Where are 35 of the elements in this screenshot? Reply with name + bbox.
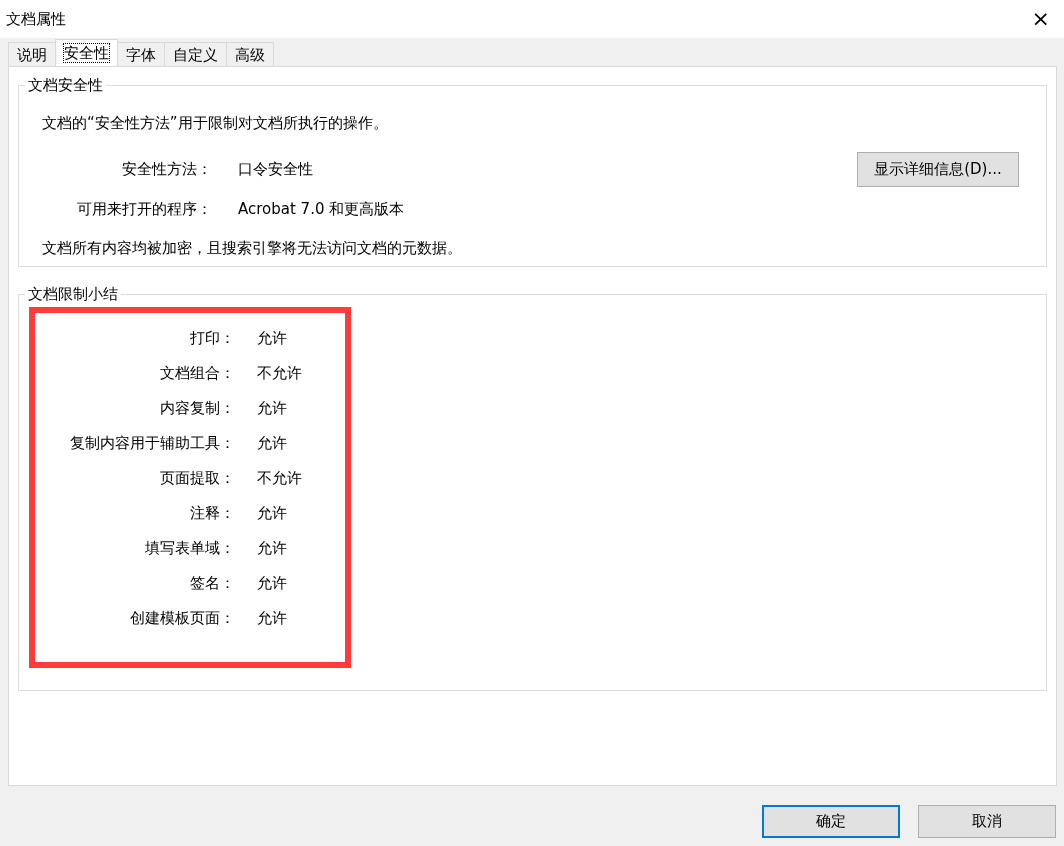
permission-label: 内容复制： [159,398,235,420]
permission-label: 页面提取： [159,468,235,490]
tab[interactable]: 自定义 [164,42,227,66]
permission-label: 文档组合： [159,363,235,385]
permission-label: 创建模板页面： [129,608,235,630]
tab[interactable]: 高级 [226,42,274,66]
permission-value: 不允许 [256,363,302,385]
note-text: 文档所有内容均被加密，且搜索引擎将无法访问文档的元数据。 [42,238,463,259]
permission-value: 允许 [256,503,287,525]
permission-label: 填写表单域： [144,538,235,560]
permission-value: 允许 [256,608,287,630]
permission-label: 打印： [189,328,235,350]
tab[interactable]: 安全性 [55,39,118,66]
permission-label: 复制内容用于辅助工具： [69,433,235,455]
field-label: 安全性方法： [121,159,212,181]
cancel-button[interactable]: 取消 [918,805,1056,838]
permission-value: 允许 [256,573,287,595]
group-title: 文档安全性 [25,75,106,95]
ok-button[interactable]: 确定 [762,805,900,838]
permission-value: 允许 [256,538,287,560]
permission-value: 允许 [256,328,287,350]
permission-value: 允许 [256,398,287,420]
permission-label: 签名： [189,573,235,595]
close-button[interactable]: × [1023,8,1058,30]
permission-label: 注释： [189,503,235,525]
tab[interactable]: 说明 [8,42,56,66]
field-value: 口令安全性 [237,159,314,181]
permission-value: 不允许 [256,468,302,490]
details-button[interactable]: 显示详细信息(D)... [857,152,1019,187]
field-value: Acrobat 7.0 和更高版本 [237,199,406,221]
description-text: 文档的“安全性方法”用于限制对文档所执行的操作。 [42,113,389,134]
window-title: 文档属性 [6,8,66,30]
group-title: 文档限制小结 [25,284,121,304]
field-label: 可用来打开的程序： [76,199,212,221]
permission-value: 允许 [256,433,287,455]
